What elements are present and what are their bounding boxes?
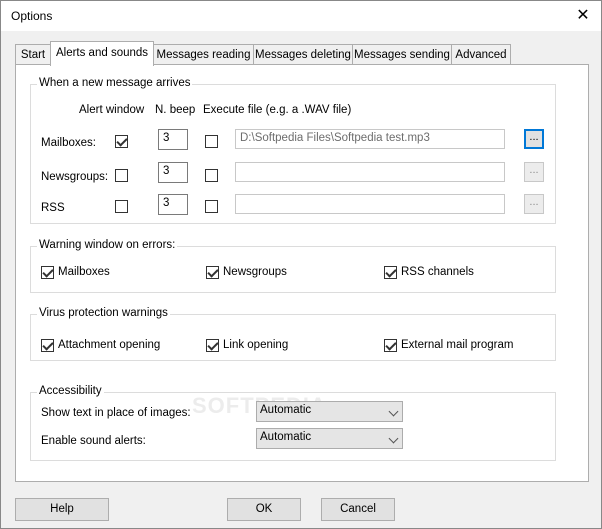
mailboxes-exec-checkbox[interactable] bbox=[205, 135, 218, 148]
newsgroups-beep-field[interactable]: 3 bbox=[158, 162, 188, 183]
attachment-opening-checkbox[interactable] bbox=[41, 339, 54, 352]
tab-messages-sending[interactable]: Messages sending bbox=[352, 44, 452, 65]
tab-start[interactable]: Start bbox=[15, 44, 51, 65]
attachment-opening-label: Attachment opening bbox=[58, 339, 161, 351]
rss-exec-checkbox[interactable] bbox=[205, 200, 218, 213]
rss-row-label: RSS bbox=[41, 202, 65, 214]
tab-advanced[interactable]: Advanced bbox=[451, 44, 511, 65]
warning-newsgroups-checkbox[interactable] bbox=[206, 266, 219, 279]
warning-newsgroups-label: Newsgroups bbox=[223, 266, 287, 278]
rss-alert-checkbox[interactable] bbox=[115, 200, 128, 213]
close-icon[interactable]: ✕ bbox=[565, 1, 601, 31]
rss-beep-field[interactable]: 3 bbox=[158, 194, 188, 215]
execute-file-header: Execute file (e.g. a .WAV file) bbox=[203, 104, 352, 116]
mailboxes-beep-field[interactable]: 3 bbox=[158, 129, 188, 150]
virus-group: Virus protection warnings Attachment ope… bbox=[30, 307, 556, 361]
window-title: Options bbox=[11, 9, 53, 23]
beep-header: N. beep bbox=[155, 104, 196, 116]
ok-button[interactable]: OK bbox=[227, 498, 301, 521]
alert-window-header: Alert window bbox=[79, 104, 145, 116]
newsgroups-row-label: Newsgroups: bbox=[41, 171, 109, 183]
tab-panel: SOFTPEDIA When a new message arrives Ale… bbox=[15, 64, 589, 482]
sound-alerts-value: Automatic bbox=[260, 431, 312, 443]
accessibility-group: Accessibility Show text in place of imag… bbox=[30, 385, 556, 461]
warning-legend: Warning window on errors: bbox=[37, 239, 178, 251]
accessibility-legend: Accessibility bbox=[37, 385, 104, 397]
tab-messages-deleting[interactable]: Messages deleting bbox=[253, 44, 353, 65]
show-text-select[interactable]: Automatic bbox=[256, 401, 403, 422]
newsgroups-exec-checkbox[interactable] bbox=[205, 169, 218, 182]
virus-legend: Virus protection warnings bbox=[37, 307, 170, 319]
newsgroups-file-field[interactable] bbox=[235, 162, 505, 182]
options-dialog: Options ✕ Start Alerts and sounds Messag… bbox=[0, 0, 602, 529]
warning-rss-label: RSS channels bbox=[401, 266, 474, 278]
link-opening-checkbox[interactable] bbox=[206, 339, 219, 352]
new-message-legend: When a new message arrives bbox=[37, 77, 193, 89]
cancel-button[interactable]: Cancel bbox=[321, 498, 395, 521]
tab-alerts-and-sounds[interactable]: Alerts and sounds bbox=[50, 41, 154, 66]
sound-alerts-select[interactable]: Automatic bbox=[256, 428, 403, 449]
external-mail-label: External mail program bbox=[401, 339, 514, 351]
show-text-label: Show text in place of images: bbox=[41, 407, 191, 419]
chevron-down-icon bbox=[388, 433, 399, 444]
warning-rss-checkbox[interactable] bbox=[384, 266, 397, 279]
mailboxes-alert-checkbox[interactable] bbox=[115, 135, 128, 148]
mailboxes-file-field[interactable]: D:\Softpedia Files\Softpedia test.mp3 bbox=[235, 129, 505, 149]
show-text-value: Automatic bbox=[260, 404, 312, 416]
warning-mailboxes-label: Mailboxes bbox=[58, 266, 110, 278]
chevron-down-icon bbox=[388, 406, 399, 417]
sound-alerts-label: Enable sound alerts: bbox=[41, 435, 146, 447]
newsgroups-alert-checkbox[interactable] bbox=[115, 169, 128, 182]
external-mail-checkbox[interactable] bbox=[384, 339, 397, 352]
mailboxes-browse-button[interactable]: ... bbox=[524, 129, 544, 149]
title-bar: Options ✕ bbox=[1, 1, 601, 31]
warning-group: Warning window on errors: Mailboxes News… bbox=[30, 239, 556, 293]
tab-messages-reading[interactable]: Messages reading bbox=[153, 44, 254, 65]
help-button[interactable]: Help bbox=[15, 498, 109, 521]
mailboxes-row-label: Mailboxes: bbox=[41, 137, 96, 149]
warning-mailboxes-checkbox[interactable] bbox=[41, 266, 54, 279]
link-opening-label: Link opening bbox=[223, 339, 289, 351]
rss-browse-button[interactable]: ... bbox=[524, 194, 544, 214]
newsgroups-browse-button[interactable]: ... bbox=[524, 162, 544, 182]
rss-file-field[interactable] bbox=[235, 194, 505, 214]
new-message-group: When a new message arrives Alert window … bbox=[30, 77, 556, 224]
